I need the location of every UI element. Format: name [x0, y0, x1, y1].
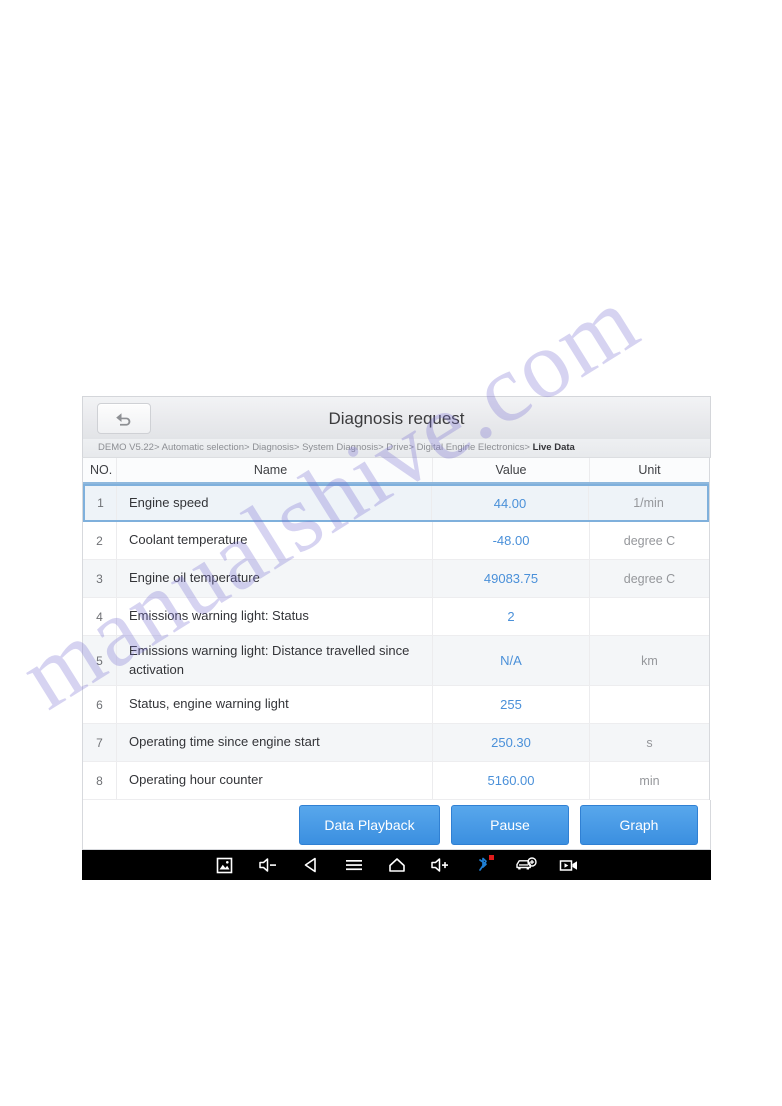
bluetooth-badge-icon	[489, 855, 494, 860]
row-name: Engine oil temperature	[117, 560, 433, 597]
table-row[interactable]: 1 Engine speed 44.00 1/min	[83, 484, 709, 522]
data-playback-button[interactable]: Data Playback	[299, 804, 440, 845]
screenshot-icon	[215, 855, 234, 875]
row-name: Emissions warning light: Distance travel…	[117, 636, 433, 685]
row-name: Operating time since engine start	[117, 724, 433, 761]
row-value: N/A	[433, 636, 590, 685]
volume-up-button[interactable]	[418, 850, 461, 880]
column-header-no: NO.	[83, 458, 117, 482]
recent-apps-button[interactable]	[332, 850, 375, 880]
table-header-row: NO. Name Value Unit	[83, 458, 709, 484]
row-value: -48.00	[433, 522, 590, 559]
row-value: 250.30	[433, 724, 590, 761]
video-record-icon	[558, 857, 580, 874]
row-value: 2	[433, 598, 590, 635]
row-unit: min	[639, 773, 660, 788]
row-name: Emissions warning light: Status	[117, 598, 433, 635]
row-value: 44.00	[432, 486, 589, 520]
table-row[interactable]: 5 Emissions warning light: Distance trav…	[83, 636, 709, 686]
volume-down-button[interactable]	[246, 850, 289, 880]
row-unit	[590, 686, 709, 723]
row-value: 5160.00	[433, 762, 590, 799]
column-header-unit: Unit	[638, 463, 661, 477]
breadcrumb-path: DEMO V5.22> Automatic selection> Diagnos…	[98, 442, 533, 453]
live-data-table: NO. Name Value Unit 1 Engine speed 44.00…	[82, 458, 710, 800]
row-unit: degree C	[623, 571, 676, 586]
vehicle-add-icon	[514, 856, 538, 874]
home-button[interactable]	[375, 850, 418, 880]
table-row[interactable]: 3 Engine oil temperature 49083.75 degree…	[83, 560, 709, 598]
row-no: 7	[83, 724, 117, 761]
row-no: 5	[83, 636, 117, 685]
android-navigation-bar	[82, 850, 711, 880]
breadcrumb-current: Live Data	[532, 442, 575, 453]
app-titlebar: Diagnosis request	[82, 396, 711, 439]
home-icon	[387, 856, 407, 874]
column-header-name: Name	[117, 458, 433, 482]
pause-button[interactable]: Pause	[451, 804, 569, 845]
screenshot-button[interactable]	[203, 850, 246, 880]
row-value: 255	[433, 686, 590, 723]
video-record-button[interactable]	[547, 850, 590, 880]
menu-icon	[344, 857, 364, 873]
row-unit	[590, 598, 709, 635]
row-no: 8	[83, 762, 117, 799]
row-name: Coolant temperature	[117, 522, 433, 559]
table-row[interactable]: 6 Status, engine warning light 255	[83, 686, 709, 724]
row-name: Status, engine warning light	[117, 686, 433, 723]
row-name: Operating hour counter	[117, 762, 433, 799]
page-title: Diagnosis request	[328, 409, 465, 428]
back-button-nav[interactable]	[289, 850, 332, 880]
row-no: 2	[83, 522, 117, 559]
table-row[interactable]: 4 Emissions warning light: Status 2	[83, 598, 709, 636]
row-value: 49083.75	[433, 560, 590, 597]
row-no: 4	[83, 598, 117, 635]
volume-down-icon	[257, 856, 279, 874]
diagnostic-tool-screen: Diagnosis request DEMO V5.22> Automatic …	[82, 396, 711, 880]
table-row[interactable]: 8 Operating hour counter 5160.00 min	[83, 762, 709, 800]
row-name: Engine speed	[117, 486, 432, 520]
row-no: 3	[83, 560, 117, 597]
bluetooth-button[interactable]	[461, 850, 504, 880]
table-row[interactable]: 2 Coolant temperature -48.00 degree C	[83, 522, 709, 560]
row-unit: s	[646, 735, 653, 750]
vehicle-add-button[interactable]	[504, 850, 547, 880]
graph-button[interactable]: Graph	[580, 804, 698, 845]
row-no: 1	[85, 486, 117, 520]
table-row[interactable]: 7 Operating time since engine start 250.…	[83, 724, 709, 762]
row-no: 6	[83, 686, 117, 723]
row-unit: 1/min	[633, 496, 664, 510]
column-header-value: Value	[433, 458, 590, 482]
back-triangle-icon	[302, 856, 320, 874]
volume-up-icon	[429, 856, 451, 874]
action-bar: Data Playback Pause Graph	[82, 800, 711, 850]
breadcrumb: DEMO V5.22> Automatic selection> Diagnos…	[82, 439, 711, 458]
row-unit: km	[641, 653, 658, 668]
row-unit: degree C	[623, 533, 676, 548]
